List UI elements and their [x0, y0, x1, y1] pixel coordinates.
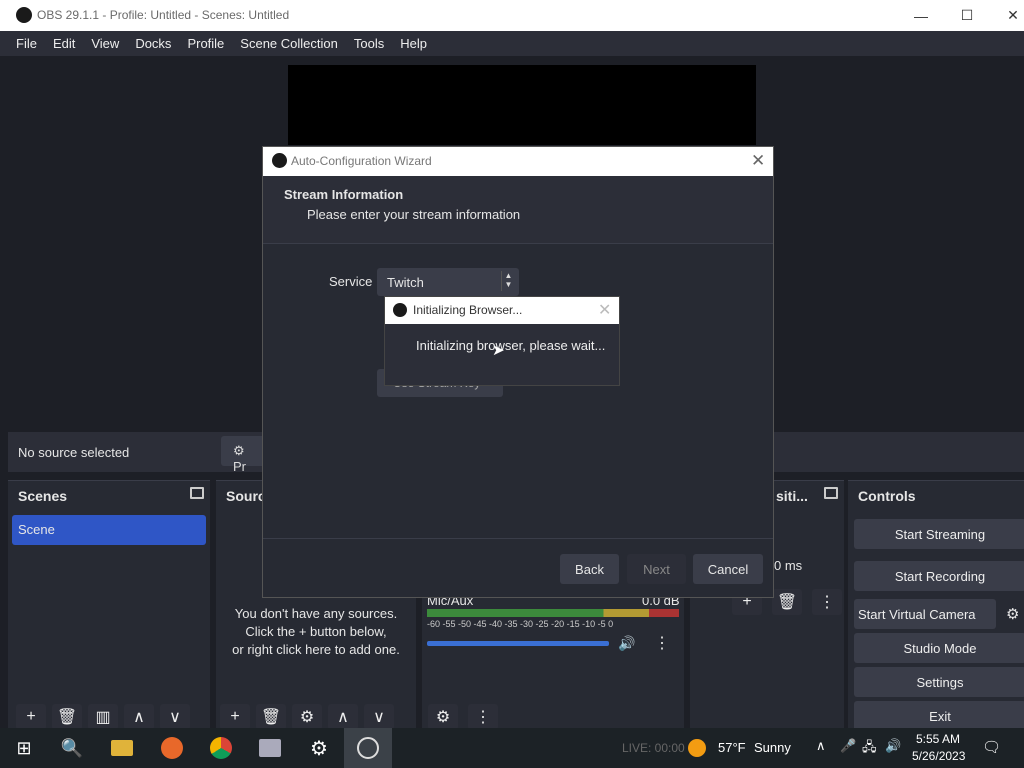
dropdown-arrows-icon: ▲ ▼ — [501, 271, 515, 291]
controls-dock: Controls Start Streaming Start Recording… — [848, 480, 1024, 731]
transition-menu-icon[interactable]: ⋮ — [812, 589, 842, 615]
init-dialog-message: Initializing browser, please wait... — [416, 338, 606, 353]
wizard-header: Stream Information Please enter your str… — [263, 176, 773, 244]
wizard-titlebar: Auto-Configuration Wizard ✕ — [263, 147, 773, 176]
empty-sources-hint[interactable]: You don't have any sources. Click the + … — [216, 605, 416, 659]
menu-docks[interactable]: Docks — [127, 36, 179, 51]
add-scene-icon[interactable]: + — [16, 704, 46, 730]
minimize-button[interactable]: — — [898, 0, 944, 31]
no-source-label: No source selected — [18, 445, 130, 460]
empty-line-3: or right click here to add one. — [232, 642, 400, 657]
live-timer: LIVE: 00:00 — [622, 741, 685, 755]
tray-chevron-icon[interactable]: ∧ — [816, 738, 826, 754]
settings-button[interactable]: Settings — [854, 667, 1024, 697]
properties-label: Pr — [233, 459, 246, 474]
menu-file[interactable]: File — [8, 36, 45, 51]
obs-logo-icon — [272, 153, 287, 168]
weather-desc[interactable]: Sunny — [754, 740, 791, 755]
empty-line-1: You don't have any sources. — [234, 606, 398, 621]
undock-transitions-icon[interactable] — [824, 487, 838, 499]
mouse-cursor-icon: ➤ — [492, 342, 505, 359]
audio-menu-icon[interactable]: ⋮ — [654, 633, 670, 653]
start-virtual-camera-button[interactable]: Start Virtual Camera — [854, 599, 996, 629]
studio-mode-button[interactable]: Studio Mode — [854, 633, 1024, 663]
weather-sun-icon — [688, 739, 706, 757]
window-title: OBS 29.1.1 - Profile: Untitled - Scenes:… — [37, 8, 290, 22]
obs-logo-icon — [16, 7, 32, 23]
start-icon[interactable]: ⊞ — [0, 728, 48, 768]
init-dialog-titlebar: Initializing Browser... ✕ — [385, 297, 619, 324]
remove-source-icon[interactable]: 🗑 — [256, 704, 286, 730]
volume-slider[interactable] — [427, 641, 609, 646]
add-source-icon[interactable]: + — [220, 704, 250, 730]
obs-logo-icon — [393, 303, 407, 317]
start-recording-button[interactable]: Start Recording — [854, 561, 1024, 591]
undock-icon[interactable] — [190, 487, 204, 499]
source-down-icon[interactable]: ∨ — [364, 704, 394, 730]
transition-duration[interactable]: 0 ms — [774, 558, 802, 573]
init-dialog-title: Initializing Browser... — [413, 303, 523, 317]
clock-date[interactable]: 5/26/2023 — [912, 749, 965, 763]
menu-view[interactable]: View — [83, 36, 127, 51]
service-label: Service — [329, 274, 373, 289]
back-button[interactable]: Back — [560, 554, 619, 584]
microphone-icon[interactable]: 🎤 — [840, 738, 856, 754]
scenes-title: Scenes — [18, 488, 68, 504]
menu-edit[interactable]: Edit — [45, 36, 83, 51]
move-down-icon[interactable]: ∨ — [160, 704, 190, 730]
taskbar: ⊞ 🔍 ⚙ LIVE: 00:00 57°F Sunny ∧ 🎤 🖧 🔊 5:5… — [0, 728, 1024, 768]
meter-ticks: -60 -55 -50 -45 -40 -35 -30 -25 -20 -15 … — [427, 619, 614, 629]
menu-tools[interactable]: Tools — [346, 36, 392, 51]
wizard-close-icon[interactable]: ✕ — [751, 151, 765, 171]
source-settings-icon[interactable]: ⚙ — [292, 704, 322, 730]
footer-divider — [263, 538, 773, 539]
next-button[interactable]: Next — [627, 554, 686, 584]
menu-profile[interactable]: Profile — [179, 36, 232, 51]
wizard-heading: Stream Information — [284, 187, 404, 202]
cancel-button[interactable]: Cancel — [693, 554, 763, 584]
app-icon[interactable] — [246, 728, 294, 768]
menu-scene-collection[interactable]: Scene Collection — [232, 36, 346, 51]
controls-title: Controls — [858, 488, 916, 504]
file-explorer-icon[interactable] — [98, 728, 146, 768]
settings-gear-icon[interactable]: ⚙ — [295, 728, 343, 768]
scene-filter-icon[interactable]: ▥ — [88, 704, 118, 730]
scenes-dock: Scenes Scene + 🗑 ▥ ∧ ∨ — [8, 480, 210, 730]
virtual-camera-settings-icon[interactable]: ⚙ — [1006, 605, 1019, 623]
service-value: Twitch — [387, 275, 424, 290]
start-streaming-button[interactable]: Start Streaming — [854, 519, 1024, 549]
source-up-icon[interactable]: ∧ — [328, 704, 358, 730]
init-close-icon[interactable]: ✕ — [598, 300, 611, 320]
notifications-icon[interactable]: 🗨 — [982, 738, 1001, 756]
preview-canvas[interactable] — [288, 65, 756, 145]
weather-temp[interactable]: 57°F — [718, 740, 746, 755]
wizard-title: Auto-Configuration Wizard — [291, 154, 432, 168]
empty-line-2: Click the + button below, — [245, 624, 387, 639]
scene-list-item[interactable]: Scene — [12, 515, 206, 545]
close-button[interactable]: ✕ — [990, 0, 1024, 31]
audio-more-icon[interactable]: ⋮ — [468, 704, 498, 730]
obs-taskbar-icon[interactable] — [344, 728, 392, 768]
remove-transition-icon[interactable]: 🗑 — [772, 589, 802, 615]
audio-settings-icon[interactable]: ⚙ — [428, 704, 458, 730]
audio-meter — [427, 609, 679, 617]
wizard-subheading: Please enter your stream information — [307, 207, 521, 222]
menu-help[interactable]: Help — [392, 36, 435, 51]
volume-icon[interactable]: 🔊 — [885, 738, 901, 754]
chrome-icon[interactable] — [197, 728, 245, 768]
remove-scene-icon[interactable]: 🗑 — [52, 704, 82, 730]
menu-bar: File Edit View Docks Profile Scene Colle… — [0, 31, 1024, 56]
search-icon[interactable]: 🔍 — [48, 728, 96, 768]
exit-button[interactable]: Exit — [854, 701, 1024, 731]
clock-time[interactable]: 5:55 AM — [916, 732, 960, 746]
speaker-icon[interactable]: 🔊 — [618, 635, 635, 652]
service-select[interactable]: Twitch ▲ ▼ — [377, 268, 519, 296]
network-icon[interactable]: 🖧 — [862, 738, 877, 760]
window-titlebar: OBS 29.1.1 - Profile: Untitled - Scenes:… — [0, 0, 1024, 31]
move-up-icon[interactable]: ∧ — [124, 704, 154, 730]
firefox-icon[interactable] — [148, 728, 196, 768]
maximize-button[interactable]: ☐ — [944, 0, 990, 31]
